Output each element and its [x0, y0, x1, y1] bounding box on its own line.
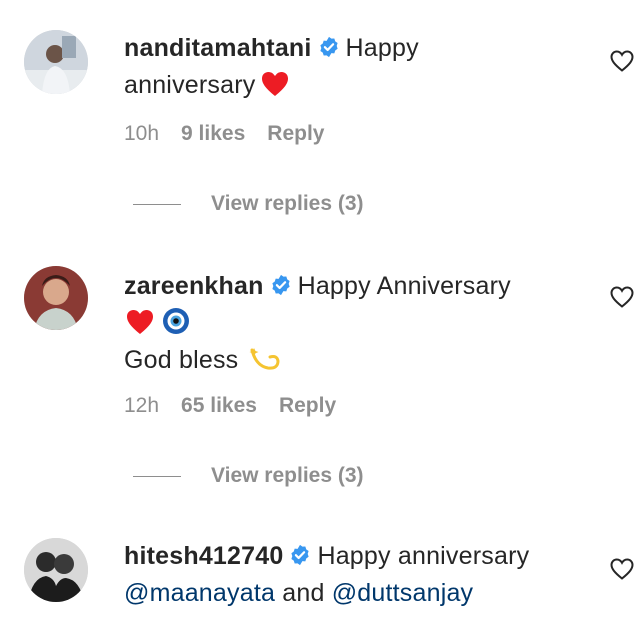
- verified-badge-icon: [289, 544, 311, 566]
- comment-text: hitesh412740 Happy anniversary @maanayata…: [124, 538, 574, 612]
- comment-meta: 12h 65 likes Reply: [124, 394, 358, 418]
- comment-body: Happy anniversary: [317, 542, 530, 570]
- comment-likes[interactable]: 65 likes: [181, 394, 257, 417]
- red-heart-emoji-icon: [126, 309, 154, 335]
- avatar[interactable]: [24, 266, 88, 330]
- comment-meta: 10h 9 likes Reply: [124, 122, 346, 146]
- comment-username[interactable]: zareenkhan: [124, 272, 264, 300]
- nazar-amulet-emoji-icon: [162, 307, 190, 335]
- avatar[interactable]: [24, 538, 88, 602]
- view-replies-button[interactable]: View replies (3): [133, 464, 364, 488]
- avatar[interactable]: [24, 30, 88, 94]
- view-replies-button[interactable]: View replies (3): [133, 192, 364, 216]
- mention-link[interactable]: @maanayata: [124, 579, 275, 607]
- verified-badge-icon: [270, 274, 292, 296]
- like-heart-icon[interactable]: [610, 558, 634, 580]
- comment-body: Happy: [345, 34, 419, 62]
- comment-body-cont: and: [282, 579, 325, 607]
- like-heart-icon[interactable]: [610, 50, 634, 72]
- red-heart-emoji-icon: [261, 71, 289, 97]
- divider-line: [133, 203, 181, 205]
- comment-item: zareenkhan Happy Anniversary God bless 12…: [0, 250, 640, 530]
- reply-button[interactable]: Reply: [279, 394, 336, 417]
- comment-likes[interactable]: 9 likes: [181, 122, 245, 145]
- comment-username[interactable]: hitesh412740: [124, 542, 283, 570]
- comment-username[interactable]: nanditamahtani: [124, 34, 312, 62]
- comment-item: nanditamahtani Happy anniversary 10h 9 lik…: [0, 0, 640, 250]
- divider-line: [133, 475, 181, 477]
- comment-body-cont: God bless: [124, 346, 239, 374]
- verified-badge-icon: [318, 36, 340, 58]
- reply-button[interactable]: Reply: [267, 122, 324, 145]
- mention-link[interactable]: @duttsanjay: [332, 579, 474, 607]
- comment-time[interactable]: 10h: [124, 122, 159, 145]
- dizzy-emoji-icon: [248, 344, 282, 374]
- view-replies-label: View replies (3): [211, 192, 364, 215]
- comment-time[interactable]: 12h: [124, 394, 159, 417]
- comment-text: nanditamahtani Happy anniversary: [124, 30, 574, 104]
- comment-body: Happy Anniversary: [297, 272, 511, 300]
- like-heart-icon[interactable]: [610, 286, 634, 308]
- comment-body-cont: anniversary: [124, 71, 256, 99]
- comment-text: zareenkhan Happy Anniversary God bless: [124, 268, 574, 379]
- view-replies-label: View replies (3): [211, 464, 364, 487]
- comment-item: hitesh412740 Happy anniversary @maanayata…: [0, 530, 640, 635]
